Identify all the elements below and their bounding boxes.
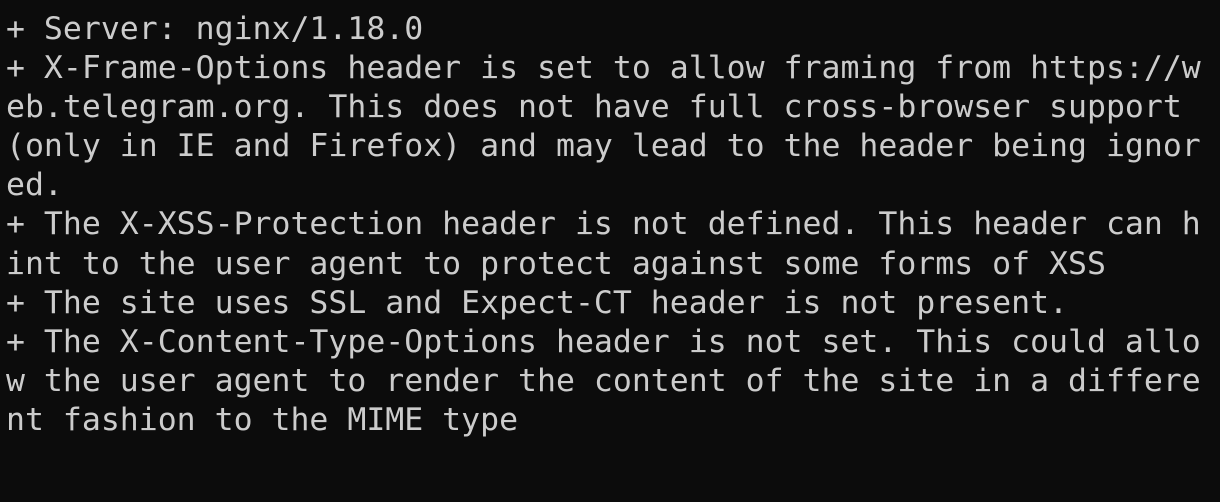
terminal-line: ed.	[6, 167, 63, 204]
terminal-line: + The site uses SSL and Expect-CT header…	[6, 284, 1069, 321]
terminal-line: + The X-Content-Type-Options header is n…	[6, 323, 1201, 360]
terminal-line: nt fashion to the MIME type	[6, 401, 519, 438]
terminal-line: eb.telegram.org. This does not have full…	[6, 89, 1182, 126]
terminal-line: + X-Frame-Options header is set to allow…	[6, 50, 1201, 87]
terminal-line: + Server: nginx/1.18.0	[6, 11, 424, 47]
terminal-line: (only in IE and Firefox) and may lead to…	[6, 128, 1201, 165]
terminal-line: w the user agent to render the content o…	[6, 362, 1201, 399]
terminal-line: + The X-XSS-Protection header is not def…	[6, 206, 1201, 243]
terminal-line: int to the user agent to protect against…	[6, 245, 1106, 282]
terminal-output[interactable]: + Server: nginx/1.18.0 + X-Frame-Options…	[0, 0, 1220, 502]
